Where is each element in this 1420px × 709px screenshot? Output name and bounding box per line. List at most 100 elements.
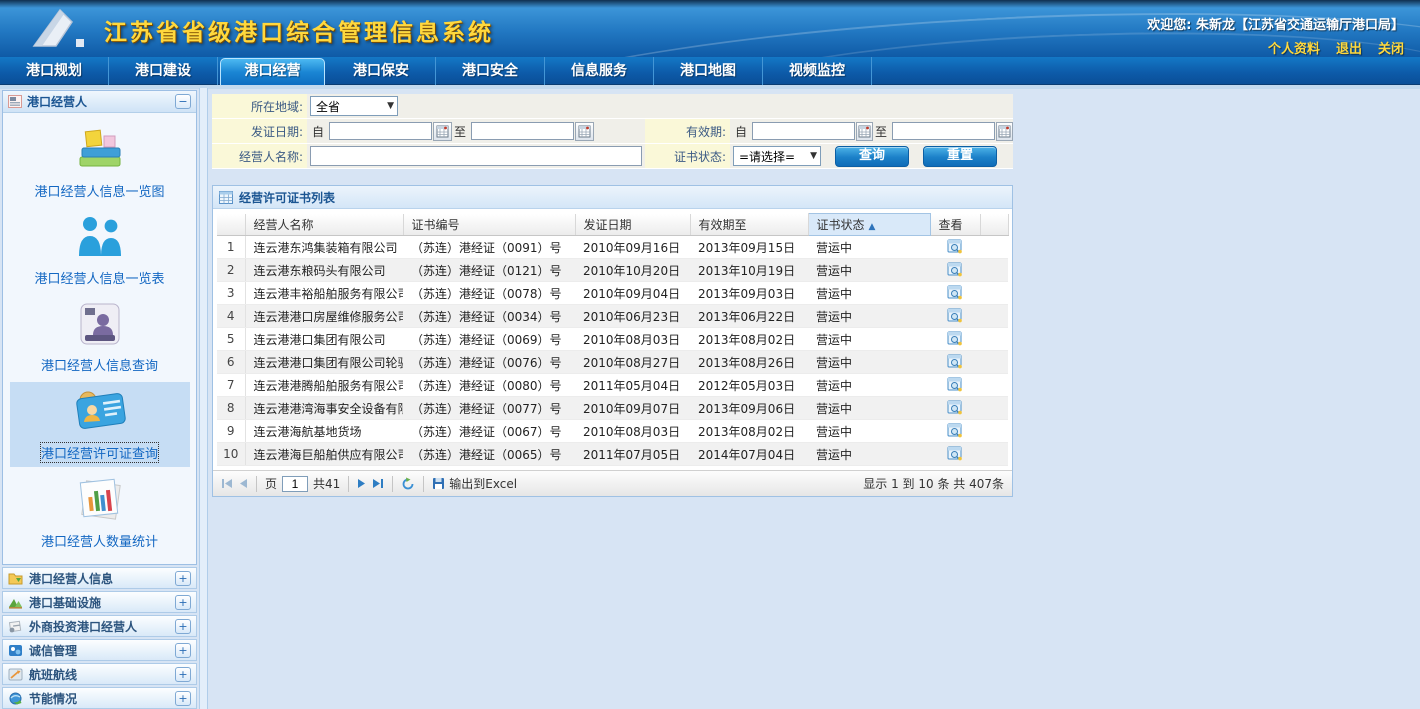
sidebar-item-operator-overview-chart[interactable]: 港口经营人信息一览图 [10, 121, 190, 204]
expand-button[interactable]: + [175, 619, 191, 634]
expand-button[interactable]: + [175, 667, 191, 682]
calendar-button[interactable] [996, 122, 1013, 141]
tab-port-security[interactable]: 港口保安 [327, 57, 436, 85]
id-card-icon [77, 301, 123, 347]
sidebar-item-operator-statistics[interactable]: 港口经营人数量统计 [10, 471, 190, 554]
prev-page-button[interactable] [238, 478, 248, 489]
first-page-button[interactable] [221, 478, 233, 489]
sidebar-section-energy-saving[interactable]: 节能情况 + [2, 687, 197, 709]
col-operator-name[interactable]: 经营人名称 [245, 214, 403, 236]
tab-port-operation[interactable]: 港口经营 [220, 58, 325, 85]
calendar-button[interactable] [575, 122, 594, 141]
row-number: 4 [217, 305, 245, 328]
view-detail-button[interactable] [947, 330, 963, 349]
close-link[interactable]: 关闭 [1378, 38, 1404, 57]
to-label: 至 [454, 123, 466, 140]
col-cert-no[interactable]: 证书编号 [403, 214, 575, 236]
table-row: 10 连云港海巨船舶供应有限公司 （苏连）港经证（0065）号 2011年07月… [217, 443, 1008, 466]
view-detail-button[interactable] [947, 261, 963, 280]
expand-button[interactable]: + [175, 571, 191, 586]
operator-name-cell: 连云港东鸿集装箱有限公司 [245, 236, 403, 259]
application-window: 江苏省省级港口综合管理信息系统 欢迎您: 朱新龙【江苏省交通运输厅港口局】 个人… [0, 0, 1420, 709]
tab-port-map[interactable]: 港口地图 [654, 57, 763, 85]
region-select[interactable]: 全省 ▼ [310, 96, 398, 116]
first-page-icon [221, 478, 233, 489]
sidebar-item-license-query[interactable]: 港口经营许可证查询 [10, 382, 190, 467]
prev-page-icon [238, 478, 248, 489]
calendar-button[interactable] [433, 122, 452, 141]
tab-port-planning[interactable]: 港口规划 [0, 57, 109, 85]
collapse-button[interactable]: − [175, 94, 191, 109]
folder-icon [8, 572, 23, 585]
sidebar-section-integrity[interactable]: 诚信管理 + [2, 639, 197, 661]
view-detail-button[interactable] [947, 307, 963, 326]
calendar-button[interactable] [856, 122, 873, 141]
expand-button[interactable]: + [175, 643, 191, 658]
record-summary: 显示 1 到 10 条 共 407条 [863, 475, 1004, 492]
view-detail-button[interactable] [947, 284, 963, 303]
form-row-region: 所在地域: 全省 ▼ [212, 94, 1013, 118]
page-number-input[interactable] [282, 476, 308, 492]
sidebar-splitter[interactable] [199, 88, 208, 709]
flight-route-icon [8, 668, 23, 681]
col-view[interactable]: 查看 [930, 214, 980, 236]
tab-port-construction[interactable]: 港口建设 [109, 57, 218, 85]
status-cell: 营运中 [808, 351, 930, 374]
last-page-button[interactable] [372, 478, 384, 489]
sidebar-section-infrastructure[interactable]: 港口基础设施 + [2, 591, 197, 613]
sidebar-item-operator-overview-table[interactable]: 港口经营人信息一览表 [10, 208, 190, 291]
sidebar-section-foreign-investment[interactable]: 外商投资港口经营人 + [2, 615, 197, 637]
statistics-icon [74, 477, 126, 523]
sidebar-item-label: 港口经营人信息一览图 [34, 181, 164, 200]
status-cell: 营运中 [808, 420, 930, 443]
table-row: 4 连云港港口房屋维修服务公司 （苏连）港经证（0034）号 2010年06月2… [217, 305, 1008, 328]
expand-button[interactable]: + [175, 595, 191, 610]
view-detail-icon [947, 376, 963, 392]
tab-info-service[interactable]: 信息服务 [545, 57, 654, 85]
validity-from-input[interactable] [752, 122, 855, 140]
expand-button[interactable]: + [175, 691, 191, 706]
refresh-button[interactable] [401, 477, 415, 491]
issue-date-to-input[interactable] [471, 122, 574, 140]
col-issue-date[interactable]: 发证日期 [575, 214, 690, 236]
valid-until-cell: 2013年09月03日 [690, 282, 808, 305]
view-detail-button[interactable] [947, 399, 963, 418]
tab-port-safety[interactable]: 港口安全 [436, 57, 545, 85]
query-button[interactable]: 查询 [835, 146, 909, 167]
sidebar-item-operator-info-query[interactable]: 港口经营人信息查询 [10, 295, 190, 378]
refresh-icon [401, 477, 415, 491]
operator-name-input[interactable] [310, 146, 642, 166]
cert-status-select[interactable]: =请选择= ▼ [733, 146, 821, 166]
view-detail-button[interactable] [947, 238, 963, 257]
view-detail-button[interactable] [947, 353, 963, 372]
profile-link[interactable]: 个人资料 [1268, 38, 1320, 57]
row-number: 8 [217, 397, 245, 420]
status-cell: 营运中 [808, 259, 930, 282]
next-page-button[interactable] [357, 478, 367, 489]
col-rownum [217, 214, 245, 236]
sidebar-section-operator-info[interactable]: 港口经营人信息 + [2, 567, 197, 589]
row-number: 7 [217, 374, 245, 397]
issue-date-from-input[interactable] [329, 122, 432, 140]
tab-video-monitor[interactable]: 视频监控 [763, 57, 872, 85]
license-table-wrap: 经营人名称 证书编号 发证日期 有效期至 证书状态▲ 查看 1 连云港东鸿集装箱… [213, 209, 1012, 470]
reset-button[interactable]: 重置 [923, 146, 997, 167]
filler-cell [980, 328, 1008, 351]
filler-cell [980, 351, 1008, 374]
sidebar-section-flight-routes[interactable]: 航班航线 + [2, 663, 197, 685]
section-label: 节能情况 [29, 690, 169, 707]
logout-link[interactable]: 退出 [1336, 38, 1362, 57]
sidebar: 港口经营人 − 港口经营人信息一览图 [2, 90, 197, 709]
cert-no-cell: （苏连）港经证（0121）号 [403, 259, 575, 282]
energy-saving-icon [8, 692, 23, 705]
validity-to-input[interactable] [892, 122, 995, 140]
col-valid-until[interactable]: 有效期至 [690, 214, 808, 236]
view-detail-button[interactable] [947, 376, 963, 395]
view-detail-button[interactable] [947, 422, 963, 441]
col-cert-status[interactable]: 证书状态▲ [808, 214, 930, 236]
view-detail-button[interactable] [947, 445, 963, 464]
status-cell: 营运中 [808, 443, 930, 466]
cert-no-cell: （苏连）港经证（0065）号 [403, 443, 575, 466]
panel-title: 港口经营人 [27, 93, 170, 110]
export-excel-button[interactable]: 输出到Excel [432, 475, 517, 492]
